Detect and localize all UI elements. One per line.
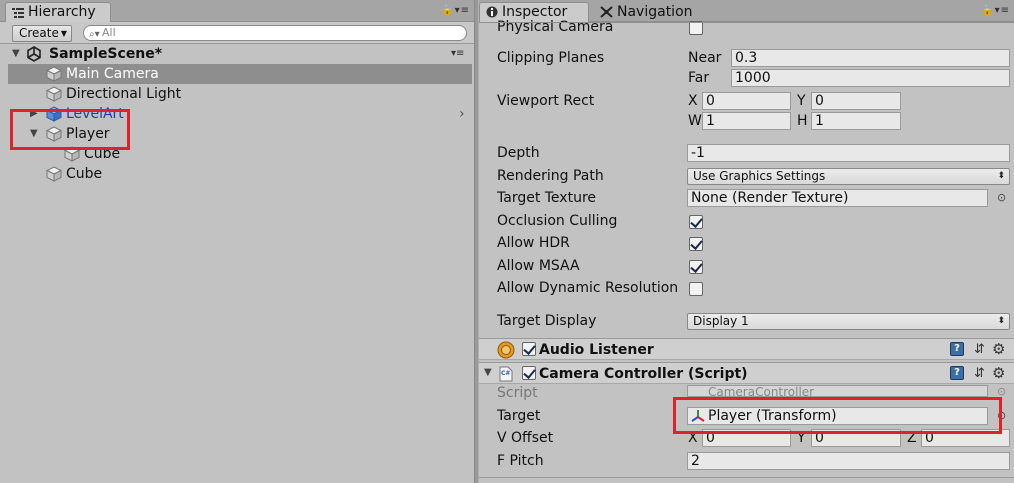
inspector-tab-menu[interactable]: 🔒▾≡ xyxy=(981,5,1010,16)
hierarchy-item-main-camera[interactable]: Main Camera xyxy=(8,64,472,84)
rendering-path-label: Rendering Path xyxy=(497,168,604,184)
search-input[interactable]: ⌕▾ All xyxy=(83,25,467,41)
allow-dynres-checkbox[interactable] xyxy=(689,282,703,296)
preset-icon[interactable]: ⇵ xyxy=(974,366,985,381)
camera-controller-title: Camera Controller (Script) xyxy=(539,366,748,382)
camera-controller-header[interactable]: ▼ C# Camera Controller (Script) ? ⇵ ⚙ xyxy=(479,362,1014,384)
scene-menu-icon[interactable]: ▾≡ xyxy=(451,44,464,64)
expand-arrow-icon[interactable]: ▼ xyxy=(484,367,492,378)
far-label: Far xyxy=(688,70,710,86)
viewport-w-label: W xyxy=(688,113,702,129)
depth-label: Depth xyxy=(497,145,540,161)
script-icon-text: C# xyxy=(501,370,511,377)
rendering-path-dropdown[interactable]: Use Graphics Settings ⬍ xyxy=(687,168,1010,185)
depth-field[interactable]: -1 xyxy=(687,144,1010,162)
component-header-icons: ? ⇵ ⚙ xyxy=(950,364,1010,382)
viewport-x-label: X xyxy=(688,93,698,109)
search-icon: ⌕▾ xyxy=(89,29,100,40)
audio-listener-enabled-checkbox[interactable] xyxy=(522,342,536,356)
target-label: Target xyxy=(497,408,541,424)
allow-hdr-checkbox[interactable] xyxy=(689,237,703,251)
component-header-icons: ? ⇵ ⚙ xyxy=(950,340,1010,358)
gameobject-cube-icon xyxy=(46,86,62,102)
menu-icon[interactable]: ▾≡ xyxy=(995,5,1010,16)
tab-hierarchy[interactable]: Hierarchy xyxy=(5,2,111,22)
gear-icon[interactable]: ⚙ xyxy=(992,340,1005,358)
target-texture-label: Target Texture xyxy=(497,190,597,206)
hierarchy-item-label: Cube xyxy=(66,166,103,182)
chevron-right-icon[interactable]: › xyxy=(459,104,465,124)
viewport-y-label: Y xyxy=(797,93,806,109)
lock-icon[interactable]: 🔒 xyxy=(441,5,454,16)
dropdown-arrows-icon: ⬍ xyxy=(997,171,1005,181)
target-display-value: Display 1 xyxy=(693,314,749,328)
viewport-x-field[interactable]: 0 xyxy=(702,92,791,110)
search-placeholder: All xyxy=(102,26,116,39)
target-texture-field[interactable]: None (Render Texture) xyxy=(687,189,988,207)
far-field[interactable]: 1000 xyxy=(731,69,1010,87)
voffset-label: V Offset xyxy=(497,430,554,446)
hierarchy-panel: Hierarchy 🔒▾≡ Create ▼ ⌕▾ All ▼ SampleSc… xyxy=(0,0,474,483)
gameobject-cube-icon xyxy=(46,66,62,82)
gameobject-cube-icon xyxy=(46,166,62,182)
viewport-w-field[interactable]: 1 xyxy=(702,112,791,130)
dropdown-arrows-icon: ⬍ xyxy=(997,316,1005,326)
viewport-h-field[interactable]: 1 xyxy=(811,112,901,130)
hierarchy-item-cube[interactable]: Cube xyxy=(8,164,472,184)
camera-controller-enabled-checkbox[interactable] xyxy=(522,366,536,380)
create-button[interactable]: Create ▼ xyxy=(12,25,72,42)
tab-navigation-label: Navigation xyxy=(617,4,693,20)
viewport-y-field[interactable]: 0 xyxy=(811,92,901,110)
script-label: Script xyxy=(497,385,538,401)
lock-icon[interactable]: 🔒 xyxy=(981,5,994,16)
chevron-down-icon: ▼ xyxy=(60,29,67,38)
tab-hierarchy-label: Hierarchy xyxy=(28,4,96,20)
near-field[interactable]: 0.3 xyxy=(731,49,1010,67)
script-field: CameraController xyxy=(687,385,988,397)
audio-listener-title: Audio Listener xyxy=(539,342,654,358)
fpitch-label: F Pitch xyxy=(497,453,544,469)
create-label: Create xyxy=(19,26,59,40)
help-icon[interactable]: ? xyxy=(950,342,964,356)
fpitch-field[interactable]: 2 xyxy=(687,452,1010,470)
object-picker-icon[interactable]: ⊙ xyxy=(997,191,1006,204)
hierarchy-toolbar: Create ▼ ⌕▾ All xyxy=(0,22,474,44)
hierarchy-tabbar: Hierarchy 🔒▾≡ xyxy=(0,0,474,22)
hierarchy-item-directional-light[interactable]: Directional Light xyxy=(8,84,472,104)
expand-arrow-icon[interactable]: ▼ xyxy=(12,44,20,64)
menu-icon[interactable]: ▾≡ xyxy=(455,5,470,16)
viewport-h-label: H xyxy=(797,113,808,129)
gear-icon[interactable]: ⚙ xyxy=(992,364,1005,382)
help-icon[interactable]: ? xyxy=(950,366,964,380)
viewport-rect-label: Viewport Rect xyxy=(497,93,595,109)
allow-hdr-label: Allow HDR xyxy=(497,235,570,251)
preset-icon[interactable]: ⇵ xyxy=(974,342,985,357)
near-label: Near xyxy=(688,50,722,66)
rendering-path-value: Use Graphics Settings xyxy=(693,169,826,183)
player-highlight-box xyxy=(10,109,130,150)
scene-name: SampleScene* xyxy=(49,46,163,62)
hierarchy-tab-menu[interactable]: 🔒▾≡ xyxy=(441,5,470,16)
tabbar-divider xyxy=(479,22,1014,23)
allow-msaa-label: Allow MSAA xyxy=(497,258,580,274)
audio-listener-icon xyxy=(497,341,515,363)
bottom-divider xyxy=(479,477,1014,478)
target-highlight-box xyxy=(673,397,1002,434)
audio-listener-header[interactable]: Audio Listener ? ⇵ ⚙ xyxy=(479,338,1014,360)
inspector-panel: Inspector Navigation 🔒▾≡ Physical Camera… xyxy=(479,0,1014,483)
scene-row[interactable]: ▼ SampleScene* ▾≡ xyxy=(8,44,474,64)
target-display-dropdown[interactable]: Display 1 ⬍ xyxy=(687,313,1010,330)
target-display-label: Target Display xyxy=(497,313,597,329)
allow-msaa-checkbox[interactable] xyxy=(689,260,703,274)
clipping-planes-label: Clipping Planes xyxy=(497,50,605,66)
hierarchy-item-label: Directional Light xyxy=(66,86,182,102)
physical-camera-label: Physical Camera xyxy=(497,19,614,35)
occlusion-culling-label: Occlusion Culling xyxy=(497,213,618,229)
occlusion-culling-checkbox[interactable] xyxy=(689,215,703,229)
physical-camera-checkbox[interactable] xyxy=(689,21,703,35)
script-file-icon: C# xyxy=(499,366,513,386)
allow-dynres-label: Allow Dynamic Resolution xyxy=(497,280,679,296)
hierarchy-item-label: Main Camera xyxy=(66,66,159,82)
